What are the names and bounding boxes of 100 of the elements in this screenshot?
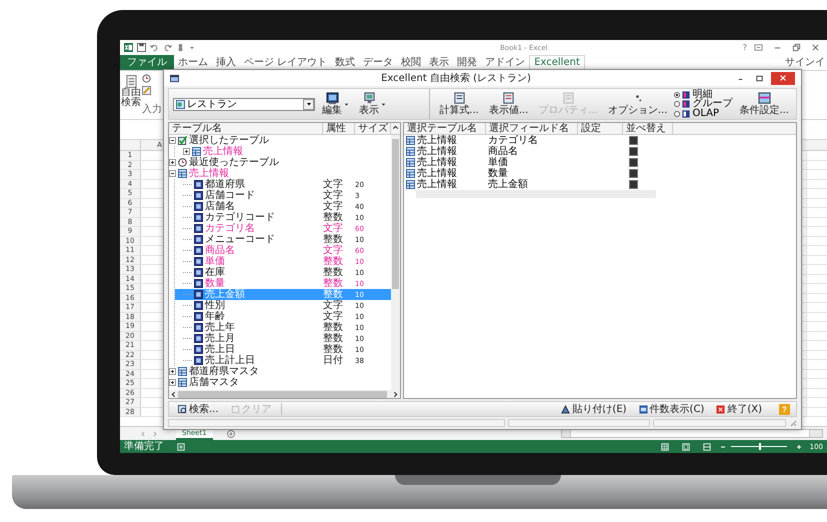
help-button[interactable]: ?: [742, 43, 747, 52]
exit-button[interactable]: 終了(X): [713, 402, 765, 416]
normal-view-icon[interactable]: [660, 442, 669, 450]
tree-item[interactable]: 店舗マスタ: [169, 377, 391, 388]
scroll-right-icon[interactable]: [391, 390, 400, 398]
ribbon-tab[interactable]: 校閲: [397, 55, 426, 70]
macro-record-icon[interactable]: [177, 442, 185, 450]
page-break-icon[interactable]: [702, 442, 711, 450]
status-text: 準備完了: [124, 440, 164, 452]
display-values-button[interactable]: 表示値...: [486, 92, 532, 116]
table-cell-text: 単価: [487, 157, 509, 168]
column-header[interactable]: サイズ: [355, 123, 391, 134]
table-cell-text: 売上金額: [487, 179, 529, 190]
ribbon-tab[interactable]: 数式: [331, 55, 360, 70]
collapse-icon[interactable]: [169, 170, 176, 177]
tree-label: 売上年: [205, 322, 235, 333]
ribbon-tab[interactable]: データ: [359, 55, 398, 70]
field-type: 文字: [323, 245, 344, 256]
ribbon-tab[interactable]: 開発: [453, 55, 482, 70]
ribbon-tab[interactable]: ページ レイアウト: [240, 55, 332, 70]
mode-radio[interactable]: グループ: [674, 99, 732, 109]
table-cell: 売上情報: [417, 179, 457, 190]
column-header[interactable]: 属性: [323, 123, 355, 134]
expand-icon[interactable]: [169, 368, 176, 375]
window-icon: [170, 74, 179, 82]
column-header[interactable]: テーブル名: [169, 123, 323, 134]
tree-label: 選択したテーブル: [189, 135, 269, 146]
expand-icon[interactable]: [169, 379, 176, 386]
tree-item[interactable]: 売上情報: [175, 146, 391, 157]
triangle-icon: [561, 404, 570, 414]
expand-icon[interactable]: [169, 159, 176, 166]
horizontal-scrollbar[interactable]: [169, 390, 400, 398]
document-icon: [126, 75, 136, 88]
sign-in-link[interactable]: サインイ: [785, 55, 827, 70]
view-button[interactable]: 表示: [356, 92, 389, 116]
table-icon: [406, 169, 415, 178]
tree-item[interactable]: 最近使ったテーブル: [169, 157, 391, 168]
undo-icon[interactable]: [150, 43, 159, 52]
tree-label: 店舗マスタ: [189, 377, 239, 388]
ribbon-tab[interactable]: 表示: [425, 55, 454, 70]
mode-radio[interactable]: 明細: [674, 90, 732, 100]
field-type: 文字: [323, 300, 344, 311]
mode-radio[interactable]: OLAP: [674, 108, 732, 118]
count-button[interactable]: 件数表示(C): [636, 402, 708, 416]
computer-icon: [362, 92, 376, 105]
table-cell: 売上情報: [417, 168, 457, 179]
source-dropdown[interactable]: レストラン: [173, 98, 315, 110]
pencil-icon[interactable]: [142, 86, 151, 95]
table-cell: 売上情報: [417, 146, 457, 157]
expand-icon[interactable]: [183, 148, 190, 155]
formula-button[interactable]: 計算式...: [436, 92, 482, 116]
ribbon-tab[interactable]: ファイル: [120, 55, 174, 70]
horizontal-scrollbar[interactable]: [561, 429, 823, 438]
ribbon-button[interactable]: 自由検索: [120, 71, 141, 119]
table-cell-text: カテゴリ名: [487, 135, 539, 146]
add-sheet-icon[interactable]: [226, 430, 235, 438]
restore-icon[interactable]: [792, 43, 801, 52]
zoom-in-icon[interactable]: [796, 444, 802, 450]
spreadsheet-logo-icon: [124, 43, 133, 52]
scroll-left-icon[interactable]: [169, 390, 178, 398]
ribbon-tab[interactable]: 挿入: [212, 55, 240, 70]
maximize-icon[interactable]: [755, 74, 764, 82]
table-icon: [406, 147, 415, 156]
ribbon-options-icon[interactable]: [754, 43, 763, 52]
ribbon-tab[interactable]: ホーム: [174, 55, 212, 70]
column-header[interactable]: 選択テーブル名: [404, 123, 486, 134]
clock-icon[interactable]: [142, 74, 151, 83]
page-layout-icon[interactable]: [682, 442, 690, 450]
field-type: 文字: [323, 179, 344, 190]
panel-icon: [758, 92, 771, 105]
table-icon: [192, 147, 201, 156]
redo-icon[interactable]: [163, 43, 172, 52]
window-icon: [638, 404, 648, 414]
options-button[interactable]: オプション...: [604, 92, 670, 116]
paste-button[interactable]: 貼り付け(E): [558, 402, 630, 416]
search-button[interactable]: 検索...: [175, 402, 222, 416]
edit-button[interactable]: 編集: [319, 92, 352, 116]
column-header[interactable]: 選択フィールド名: [486, 123, 578, 134]
tree-item[interactable]: 売上情報: [169, 168, 391, 179]
checkmark-icon: [178, 136, 187, 145]
condition-button[interactable]: 条件設定...: [736, 92, 792, 116]
resize-grip-icon[interactable]: [789, 419, 797, 427]
tree-label: 売上情報: [189, 168, 229, 179]
close-button[interactable]: [771, 72, 795, 84]
table-icon: [406, 158, 415, 167]
caret-icon[interactable]: [306, 101, 312, 107]
tree-label: 数量: [205, 278, 225, 289]
collapse-icon[interactable]: [169, 137, 176, 144]
ribbon-tab[interactable]: アドイン: [481, 55, 530, 70]
save-icon[interactable]: [137, 43, 146, 52]
vertical-scrollbar[interactable]: [391, 135, 400, 390]
tree-label: 性別: [205, 300, 225, 311]
document-icon: [562, 92, 575, 105]
zoom-out-icon[interactable]: [720, 444, 726, 450]
tree-item[interactable]: 都道府県マスタ: [169, 366, 391, 377]
column-header[interactable]: 並べ替え: [623, 123, 673, 134]
ribbon-tab[interactable]: Excellent: [529, 55, 585, 70]
group-label: 入力: [142, 102, 162, 116]
close-icon[interactable]: [811, 43, 820, 52]
scroll-up-icon[interactable]: [391, 123, 400, 132]
